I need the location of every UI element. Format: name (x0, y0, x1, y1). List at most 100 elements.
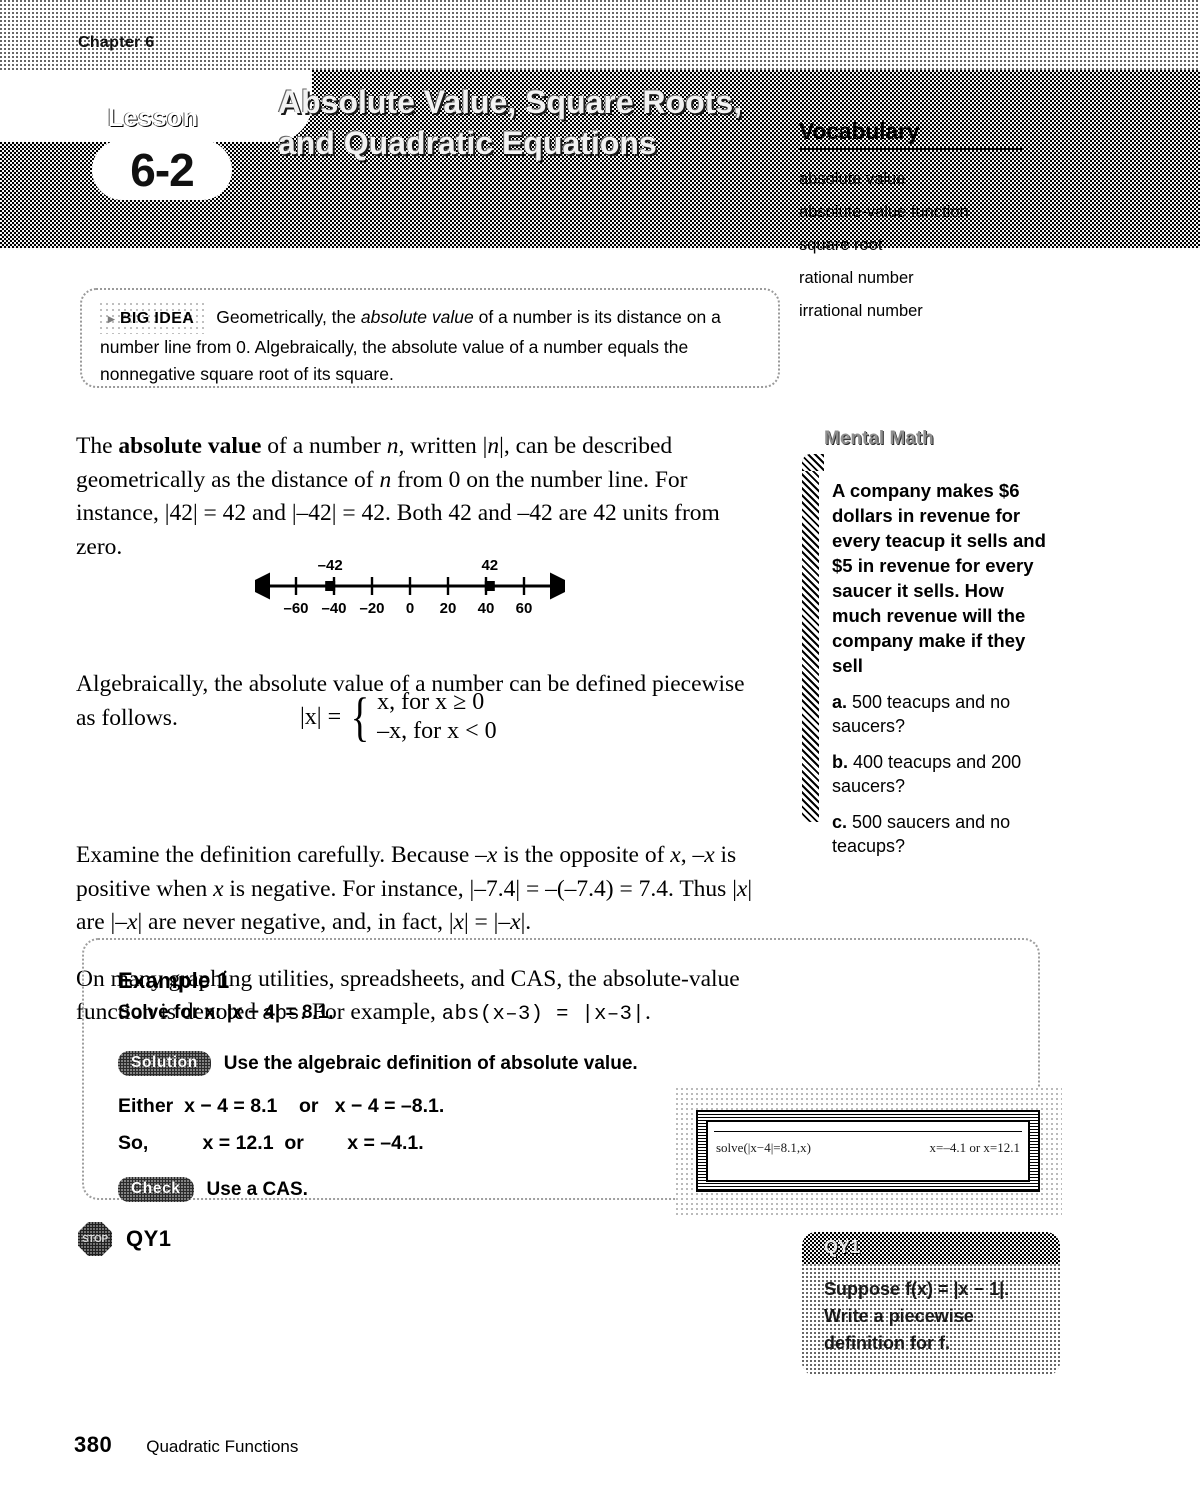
p3-text-e: is negative. For instance, |–7.4| = –(–7… (223, 875, 737, 902)
qy-box-text: Suppose f(x) = |x − 1|. Write a piecewis… (824, 1279, 1010, 1353)
number-line-tick-label: –60 (283, 600, 308, 617)
vocabulary-divider (799, 148, 1023, 150)
qy-marker: STOP QY1 (78, 1222, 172, 1256)
vocabulary-item: absolute value (799, 170, 906, 188)
number-line-tick-label: –20 (359, 600, 384, 617)
number-line-tick-label: 20 (440, 600, 457, 617)
piecewise-definition: |x| = { x, for x ≥ 0 –x, for x < 0 (300, 688, 497, 746)
number-line-point-label: 42 (481, 557, 498, 574)
mental-math-question: A company makes $6 dollars in revenue fo… (832, 480, 1046, 676)
p3-variable: x (127, 909, 138, 935)
stop-sign-icon: STOP (78, 1222, 112, 1256)
p3-variable: x (704, 842, 715, 868)
p3-text-c: , – (680, 842, 705, 868)
mental-math-part: b. 400 teacups and 200 saucers? (832, 750, 1048, 798)
solution-pill: Solution (118, 1051, 211, 1076)
piecewise-case-1: x, for x ≥ 0 (377, 689, 485, 715)
qy-box-heading: QY1 (802, 1232, 1060, 1264)
lesson-number-badge: 6-2 (92, 140, 232, 200)
example-prompt: Solve for x: |x − 4| = 8.1. (118, 1002, 334, 1023)
vocabulary-heading: Vocabulary (799, 118, 920, 144)
big-idea-italic-term: absolute value (360, 307, 474, 327)
mental-math-part-letter: a. (832, 692, 848, 712)
page-footer: 380 Quadratic Functions (74, 1432, 298, 1458)
big-idea-content: ▸ BIG IDEA Geometrically, the absolute val… (82, 290, 778, 388)
chapter-strip (0, 0, 1200, 70)
p3-variable: x (670, 842, 681, 868)
number-line-figure: –60 –40 –20 0 20 40 60 –42 42 (243, 552, 577, 618)
body-paragraph-3: Examine the definition carefully. Becaus… (76, 839, 766, 940)
cas-screen-divider (714, 1131, 1022, 1132)
check-pill: Check (118, 1177, 194, 1202)
p3-variable: x (453, 909, 464, 935)
number-line-point-label: –42 (318, 557, 343, 574)
cas-device-bezel: solve(|x−4|=8.1,x) x=–4.1 or x=12.1 (696, 1110, 1040, 1192)
check-text: Use a CAS. (206, 1179, 308, 1200)
cas-input: solve(|x−4|=8.1,x) (716, 1140, 811, 1155)
piecewise-cases: x, for x ≥ 0 –x, for x < 0 (377, 688, 497, 746)
body-paragraph-1: The absolute value of a number n, writte… (76, 430, 766, 564)
mental-math-box: A company makes $6 dollars in revenue fo… (802, 454, 1052, 878)
stop-sign-label: STOP (82, 1233, 108, 1245)
p1-variable: n (487, 433, 500, 459)
p1-text-c: , written | (398, 433, 488, 459)
mental-math-part-text: 500 teacups and no saucers? (832, 692, 1011, 736)
number-line-tick-label: 0 (406, 600, 414, 617)
number-line-tick-label: –40 (321, 600, 346, 617)
p3-text-a: Examine the definition carefully. Becaus… (76, 842, 487, 868)
big-idea-text-before: Geometrically, the (216, 307, 361, 327)
qy-sidebar-box: QY1 Suppose f(x) = |x − 1|. Write a piec… (802, 1232, 1060, 1376)
p3-variable: x (510, 909, 521, 935)
p3-variable: x (736, 875, 748, 902)
big-idea-tag-label: BIG IDEA (119, 310, 195, 327)
lesson-word-label: Lesson (108, 104, 199, 132)
vocabulary-item: rational number (799, 269, 914, 287)
big-idea-box: ▸ BIG IDEA Geometrically, the absolute val… (80, 288, 780, 388)
number-line-tick-labels: –60 –40 –20 0 20 40 60 (283, 600, 532, 617)
p3-variable: x (213, 875, 224, 902)
mental-math-part: c. 500 saucers and no teacups? (832, 810, 1048, 858)
p1-bold-term: absolute value (118, 433, 262, 459)
footer-unit-title: Quadratic Functions (146, 1437, 299, 1456)
cas-output: x=–4.1 or x=12.1 (929, 1140, 1021, 1155)
number-line-svg: –60 –40 –20 0 20 40 60 –42 42 (243, 557, 577, 617)
p1-text-a: The (76, 433, 119, 459)
p3-text-i: |. (520, 909, 532, 935)
cas-screen: solve(|x−4|=8.1,x) x=–4.1 or x=12.1 (706, 1120, 1030, 1182)
example-title: Example 1 (118, 968, 230, 993)
mental-math-part-letter: b. (832, 752, 848, 772)
p3-text-b: is the opposite of (497, 842, 671, 868)
number-line-point (484, 581, 495, 591)
p1-text-b: of a number (261, 433, 387, 459)
mental-math-part-text: 500 saucers and no teacups? (832, 812, 1011, 856)
big-idea-tag: ▸ BIG IDEA (100, 303, 207, 334)
chapter-label: Chapter 6 (78, 34, 155, 51)
page-number: 380 (74, 1432, 113, 1457)
piecewise-brace: { (350, 687, 370, 747)
cas-entry-row: solve(|x−4|=8.1,x) x=–4.1 or x=12.1 (716, 1140, 1020, 1156)
vocabulary-item: square root (799, 236, 883, 254)
piecewise-case-2: –x, for x < 0 (377, 718, 497, 744)
mental-math-hatch-left (802, 454, 819, 822)
mental-math-part-letter: c. (832, 812, 848, 832)
number-line-point (325, 581, 336, 591)
vocabulary-item: absolute-value function (799, 203, 969, 221)
p1-variable: n (379, 466, 392, 493)
p3-text-h: | = |– (463, 909, 511, 935)
mental-math-part: a. 500 teacups and no saucers? (832, 690, 1048, 738)
qy-marker-label: QY1 (126, 1226, 172, 1251)
lesson-title: Absolute Value, Square Roots, and Quadra… (278, 84, 743, 161)
p3-text-g: | are never negative, and, in fact, | (137, 909, 454, 935)
vocabulary-item: irrational number (799, 302, 923, 320)
p3-variable: x (486, 842, 498, 868)
number-line-tick-label: 60 (516, 600, 533, 617)
piecewise-lhs: |x| = (300, 703, 342, 730)
number-line-tick-label: 40 (478, 600, 495, 617)
vocabulary-section: Vocabulary absolute value absolute-value… (799, 118, 1039, 328)
mental-math-section: Mental Math A company makes $6 dollars i… (802, 428, 1052, 878)
solution-row: Solution Use the algebraic definition of … (118, 1051, 1038, 1076)
cas-screenshot-figure: solve(|x−4|=8.1,x) x=–4.1 or x=12.1 (676, 1088, 1062, 1218)
mental-math-content: A company makes $6 dollars in revenue fo… (824, 454, 1052, 878)
p1-variable: n (386, 433, 399, 459)
mental-math-part-text: 400 teacups and 200 saucers? (832, 752, 1022, 796)
